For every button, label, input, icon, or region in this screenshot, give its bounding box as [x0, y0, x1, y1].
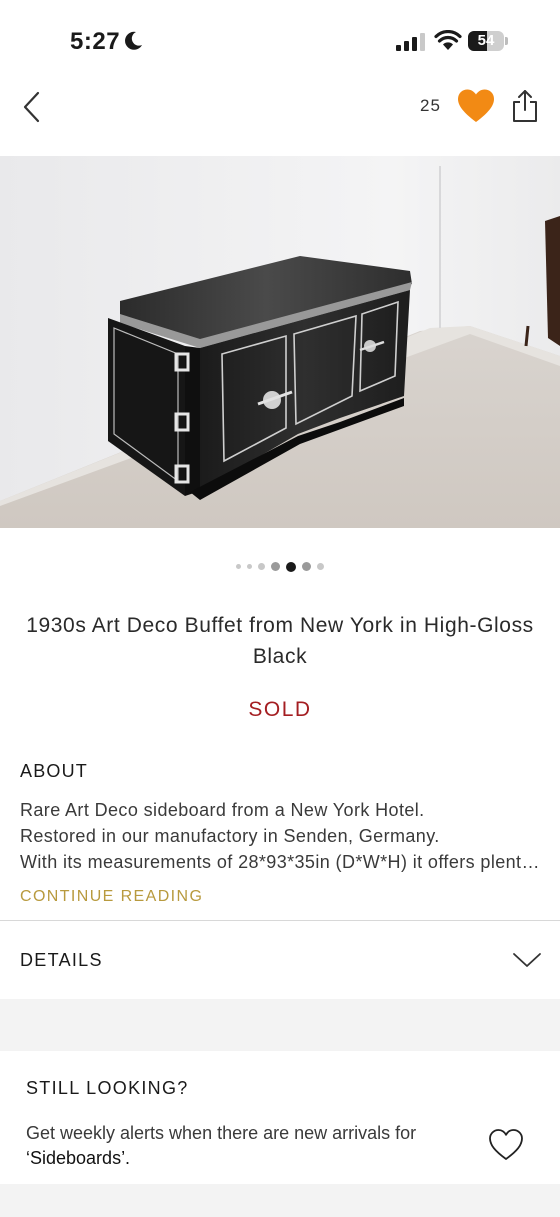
alert-text: Get weekly alerts when there are new arr… — [26, 1121, 466, 1171]
section-spacer — [0, 999, 560, 1051]
about-line: With its measurements of 28*93*35in (D*W… — [20, 852, 545, 872]
battery-icon: 54 — [468, 31, 510, 53]
status-bar: 5:27 54 — [0, 0, 560, 80]
heart-icon[interactable] — [456, 88, 496, 124]
details-accordion[interactable]: DETAILS — [0, 921, 560, 999]
back-icon[interactable] — [18, 90, 48, 124]
still-looking-heading: STILL LOOKING? — [26, 1078, 189, 1098]
favorites-count: 25 — [420, 96, 441, 115]
gallery-dot[interactable] — [271, 562, 280, 572]
continue-reading-link[interactable]: CONTINUE READING — [20, 888, 203, 906]
wifi-icon — [434, 30, 462, 50]
gallery-dot[interactable] — [302, 562, 311, 572]
about-text: Rare Art Deco sideboard from a New York … — [20, 797, 545, 875]
signal-icon — [396, 33, 425, 51]
footer-spacer — [0, 1184, 560, 1217]
gallery-dot[interactable] — [236, 564, 241, 570]
product-title: 1930s Art Deco Buffet from New York in H… — [26, 614, 534, 668]
gallery-pagination[interactable] — [0, 558, 560, 572]
gallery-dot[interactable] — [258, 563, 265, 571]
details-label: DETAILS — [20, 950, 103, 970]
sold-status: SOLD — [248, 698, 312, 721]
status-time: 5:27 — [70, 28, 121, 55]
about-heading: ABOUT — [20, 761, 89, 781]
gallery-dot-active[interactable] — [286, 561, 296, 572]
about-line: Rare Art Deco sideboard from a New York … — [20, 800, 425, 820]
share-icon[interactable] — [510, 88, 540, 124]
heart-outline-icon[interactable] — [488, 1128, 524, 1162]
alert-description: Get weekly alerts when there are new arr… — [26, 1123, 417, 1143]
battery-percent: 54 — [477, 32, 495, 49]
about-line: Restored in our manufactory in Senden, G… — [20, 826, 440, 846]
alert-category: ‘Sideboards’. — [26, 1148, 131, 1168]
chevron-down-icon — [513, 953, 541, 967]
product-photo[interactable] — [0, 156, 560, 528]
moon-icon — [125, 31, 142, 50]
gallery-dot[interactable] — [317, 563, 324, 571]
gallery-dot[interactable] — [247, 564, 252, 570]
